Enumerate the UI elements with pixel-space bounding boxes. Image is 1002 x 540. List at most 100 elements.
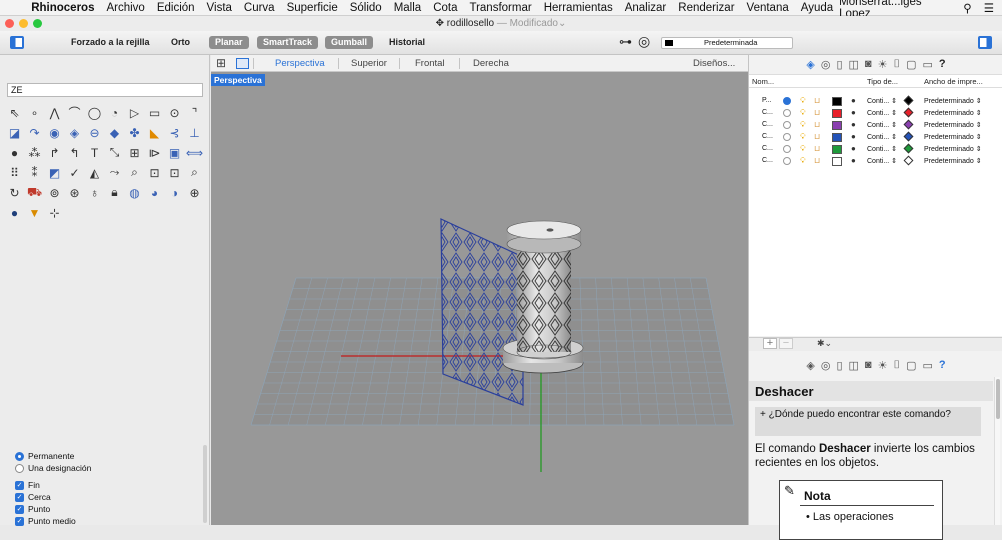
layer-color-swatch[interactable] (832, 157, 842, 166)
menu-cota[interactable]: Cota (427, 2, 463, 14)
material-sphere-icon[interactable]: ● (851, 132, 856, 141)
layer-name[interactable]: C... (762, 157, 773, 164)
polyline-icon[interactable]: ⋀ (46, 104, 63, 121)
join-icon[interactable]: ⁂ (26, 144, 43, 161)
layer-linetype[interactable]: Conti... ⇕ (867, 133, 897, 141)
render-icon[interactable]: ◍ (126, 184, 143, 201)
layer-name[interactable]: C... (762, 109, 773, 116)
dimension-icon[interactable]: ⟺ (186, 144, 203, 161)
select-arrow-icon[interactable]: ⇖ (6, 104, 23, 121)
layer-row[interactable]: P...💡︎⊔●Conti... ⇕Predeterminado ⇕ (749, 97, 1002, 108)
plane-icon[interactable]: ⊥ (186, 124, 203, 141)
tab-frontal[interactable]: Frontal (415, 58, 445, 69)
patch-icon[interactable]: ◣ (146, 124, 163, 141)
osnap-target-icon[interactable]: ◎ (638, 33, 650, 50)
grid-layout-icon[interactable]: ⊞ (216, 56, 226, 70)
revolve-icon[interactable]: ⊖ (86, 124, 103, 141)
tab-derecha[interactable]: Derecha (473, 58, 509, 69)
layers-tab-icon[interactable]: ◈ (806, 359, 814, 372)
ortho-toggle[interactable]: Orto (171, 37, 190, 47)
print-color-diamond[interactable] (904, 96, 914, 106)
unlock-icon[interactable]: ⊔ (814, 132, 820, 141)
point-icon[interactable]: ∘ (26, 104, 43, 121)
menu-malla[interactable]: Malla (388, 2, 427, 14)
zoom-window-icon[interactable]: ⌕ (126, 164, 143, 181)
layer-linetype[interactable]: Conti... ⇕ (867, 109, 897, 117)
notes-tab-icon[interactable]: ⌷ (893, 359, 900, 372)
checkbox-end[interactable]: ✓ (15, 481, 24, 490)
lock-icon[interactable]: 🔒︎ (106, 184, 123, 201)
layer-color-swatch[interactable] (832, 109, 842, 118)
layer-color-swatch[interactable] (832, 133, 842, 142)
menu-analizar[interactable]: Analizar (619, 2, 673, 14)
camera-icon[interactable]: ⊚ (46, 184, 63, 201)
surface-corner-icon[interactable]: ◪ (6, 124, 23, 141)
layer-print-width[interactable]: Predeterminado ⇕ (924, 133, 982, 141)
osnap-permanent-option[interactable]: Permanente (15, 451, 74, 461)
unlock-icon[interactable]: ⊔ (814, 108, 820, 117)
snap-to-grid-toggle[interactable]: Forzado a la rejilla (71, 37, 150, 47)
command-input[interactable]: ZE (7, 83, 203, 97)
material-sphere-icon[interactable]: ● (851, 144, 856, 153)
layer-linetype[interactable]: Conti... ⇕ (867, 145, 897, 153)
light-tab-icon[interactable]: ☀ (878, 359, 888, 372)
object-tab-icon[interactable]: ◫ (849, 359, 859, 372)
analyze-icon[interactable]: ◭ (86, 164, 103, 181)
menu-superficie[interactable]: Superficie (281, 2, 344, 14)
column-name[interactable]: Nom... (752, 77, 774, 86)
offset-surface-icon[interactable]: ⊰ (166, 124, 183, 141)
box-edit-icon[interactable]: ◩ (46, 164, 63, 181)
layer-color-swatch[interactable] (832, 97, 842, 106)
document-tab-icon[interactable]: ▯ (836, 58, 842, 71)
menu-archivo[interactable]: Archivo (100, 2, 150, 14)
layer-row[interactable]: C...💡︎⊔●Conti... ⇕Predeterminado ⇕ (749, 121, 1002, 132)
checkbox-point[interactable]: ✓ (15, 505, 24, 514)
current-layer-select[interactable]: Predeterminada (661, 37, 793, 49)
light-tab-icon[interactable]: ☀ (878, 58, 888, 71)
lightbulb-icon[interactable]: 💡︎ (800, 156, 806, 166)
filter-icon[interactable]: ⊶ (619, 34, 632, 50)
lightbulb-icon[interactable]: 💡︎ (800, 144, 806, 154)
menu-edicion[interactable]: Edición (151, 2, 201, 14)
menu-app[interactable]: Rhinoceros (25, 2, 100, 14)
radio-once[interactable] (15, 464, 24, 473)
camera-tab-icon[interactable]: ◙ (865, 359, 872, 371)
car-icon[interactable]: ⛟ (26, 184, 43, 201)
layer-row[interactable]: C...💡︎⊔●Conti... ⇕Predeterminado ⇕ (749, 109, 1002, 120)
smarttrack-toggle[interactable]: SmartTrack (257, 36, 318, 49)
gumball-toggle[interactable]: Gumball (325, 36, 373, 49)
environment-icon[interactable]: ◑ (166, 184, 183, 201)
sweep-icon[interactable]: ◈ (66, 124, 83, 141)
zoom-extents-icon[interactable]: ⊡ (166, 164, 183, 181)
unlock-icon[interactable]: ⊔ (814, 156, 820, 165)
globe-icon[interactable]: ● (6, 204, 23, 221)
circle-icon[interactable]: ◯ (86, 104, 103, 121)
display-tab-icon[interactable]: ▭ (922, 359, 932, 372)
solid-sphere-icon[interactable]: ● (6, 144, 23, 161)
remove-layer-button[interactable]: − (779, 338, 793, 349)
lightbulb-icon[interactable]: 💡︎ (800, 120, 806, 130)
toggle-right-panel-icon[interactable] (978, 36, 992, 49)
layer-color-swatch[interactable] (832, 121, 842, 130)
box-solid-icon[interactable]: ▣ (166, 144, 183, 161)
material-icon[interactable]: ◕ (146, 184, 163, 201)
properties-tab-icon[interactable]: ◎ (821, 359, 831, 372)
unlock-icon[interactable]: ⊔ (814, 96, 820, 105)
material-sphere-icon[interactable]: ● (851, 96, 856, 105)
current-layer-radio[interactable] (783, 145, 791, 153)
checkbox-midpoint[interactable]: ✓ (15, 517, 24, 526)
material-sphere-icon[interactable]: ● (851, 156, 856, 165)
network-surface-icon[interactable]: ◆ (106, 124, 123, 141)
notes-tab-icon[interactable]: ⌷ (893, 58, 900, 71)
history-toggle[interactable]: Historial (389, 37, 425, 47)
osnap-point-option[interactable]: ✓ Punto (15, 504, 50, 514)
current-layer-radio[interactable] (783, 109, 791, 117)
arc-icon[interactable]: ◔ (106, 104, 123, 121)
zoom-dynamic-icon[interactable]: ⊕ (186, 184, 203, 201)
control-points-icon[interactable]: ⁑ (26, 164, 43, 181)
frame-tab-icon[interactable]: ▢ (906, 359, 916, 372)
spotlight-search-icon[interactable]: ⚲ (963, 1, 971, 15)
layer-row[interactable]: C...💡︎⊔●Conti... ⇕Predeterminado ⇕ (749, 145, 1002, 156)
current-layer-radio[interactable] (783, 157, 791, 165)
current-layer-radio[interactable] (783, 133, 791, 141)
